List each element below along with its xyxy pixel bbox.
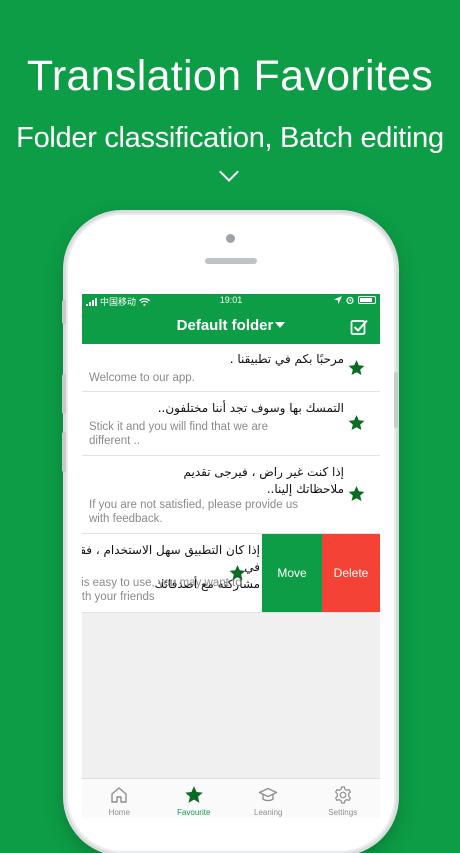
phone-volume-down bbox=[62, 432, 66, 472]
nav-bar: Default folder bbox=[82, 308, 380, 344]
star-icon[interactable] bbox=[347, 359, 366, 377]
graduation-cap-icon bbox=[259, 787, 278, 802]
star-icon[interactable] bbox=[228, 564, 247, 582]
english-text: If you are not satisfied, please provide… bbox=[89, 499, 299, 525]
star-icon[interactable] bbox=[347, 485, 366, 503]
star-icon[interactable] bbox=[347, 414, 366, 432]
gear-icon bbox=[334, 786, 351, 804]
arabic-text: مرحبًا بكم في تطبيقنا . bbox=[229, 352, 344, 366]
list-item[interactable]: إذا كنت غير راض ، فيرجى تقديم ملاحظاتك إ… bbox=[82, 456, 380, 534]
phone-power-button bbox=[394, 372, 398, 428]
folder-title: Default folder bbox=[176, 317, 274, 334]
batch-edit-icon[interactable] bbox=[350, 318, 368, 336]
favorites-list: مرحبًا بكم في تطبيقنا . Welcome to our a… bbox=[82, 344, 380, 613]
english-text: If the app is easy to use, you may want … bbox=[82, 577, 242, 603]
english-text: Stick it and you will find that we are d… bbox=[89, 421, 268, 447]
tab-label: Settings bbox=[328, 808, 358, 817]
move-button[interactable]: Move bbox=[262, 534, 322, 612]
tab-bar: Home Favourite Leaning Settings bbox=[82, 778, 380, 818]
app-screen: 中国移动 19:01 Default folder مرحبًا بكم في … bbox=[82, 294, 380, 818]
battery-icon bbox=[358, 296, 376, 304]
alarm-icon bbox=[346, 296, 354, 304]
list-item[interactable]: التمسك بها وسوف تجد أننا مختلفون.. Stick… bbox=[82, 392, 380, 456]
tab-favourite[interactable]: Favourite bbox=[157, 779, 232, 818]
tab-home[interactable]: Home bbox=[82, 779, 157, 818]
tab-label: Leaning bbox=[254, 808, 283, 817]
tab-settings[interactable]: Settings bbox=[306, 779, 381, 818]
arabic-text: التمسك بها وسوف تجد أننا مختلفون.. bbox=[157, 401, 344, 415]
status-bar: 中国移动 19:01 bbox=[82, 294, 380, 308]
promo-headline: Translation Favorites bbox=[26, 52, 434, 100]
delete-button[interactable]: Delete bbox=[322, 534, 380, 612]
chevron-down-icon bbox=[219, 162, 239, 182]
location-icon bbox=[334, 296, 342, 304]
arabic-text: إذا كنت غير راض ، فيرجى تقديم ملاحظاتك إ… bbox=[183, 465, 344, 496]
list-item[interactable]: مرحبًا بكم في تطبيقنا . Welcome to our a… bbox=[82, 344, 380, 392]
caret-down-icon bbox=[275, 322, 286, 328]
folder-selector[interactable]: Default folder bbox=[82, 317, 380, 334]
star-icon bbox=[185, 786, 203, 803]
tab-label: Favourite bbox=[177, 808, 211, 817]
tab-leaning[interactable]: Leaning bbox=[231, 779, 306, 818]
phone-speaker bbox=[205, 258, 257, 264]
promo-subline: Folder classification, Batch editing bbox=[16, 122, 444, 154]
english-text: Welcome to our app. bbox=[89, 372, 195, 384]
tab-label: Home bbox=[108, 808, 130, 817]
home-icon bbox=[111, 787, 127, 803]
phone-camera bbox=[226, 234, 235, 243]
list-item-swiped[interactable]: إذا كان التطبيق سهل الاستخدام ، فقد ترغب… bbox=[82, 534, 380, 613]
phone-volume-up bbox=[62, 374, 66, 414]
phone-mute-switch bbox=[62, 300, 66, 324]
